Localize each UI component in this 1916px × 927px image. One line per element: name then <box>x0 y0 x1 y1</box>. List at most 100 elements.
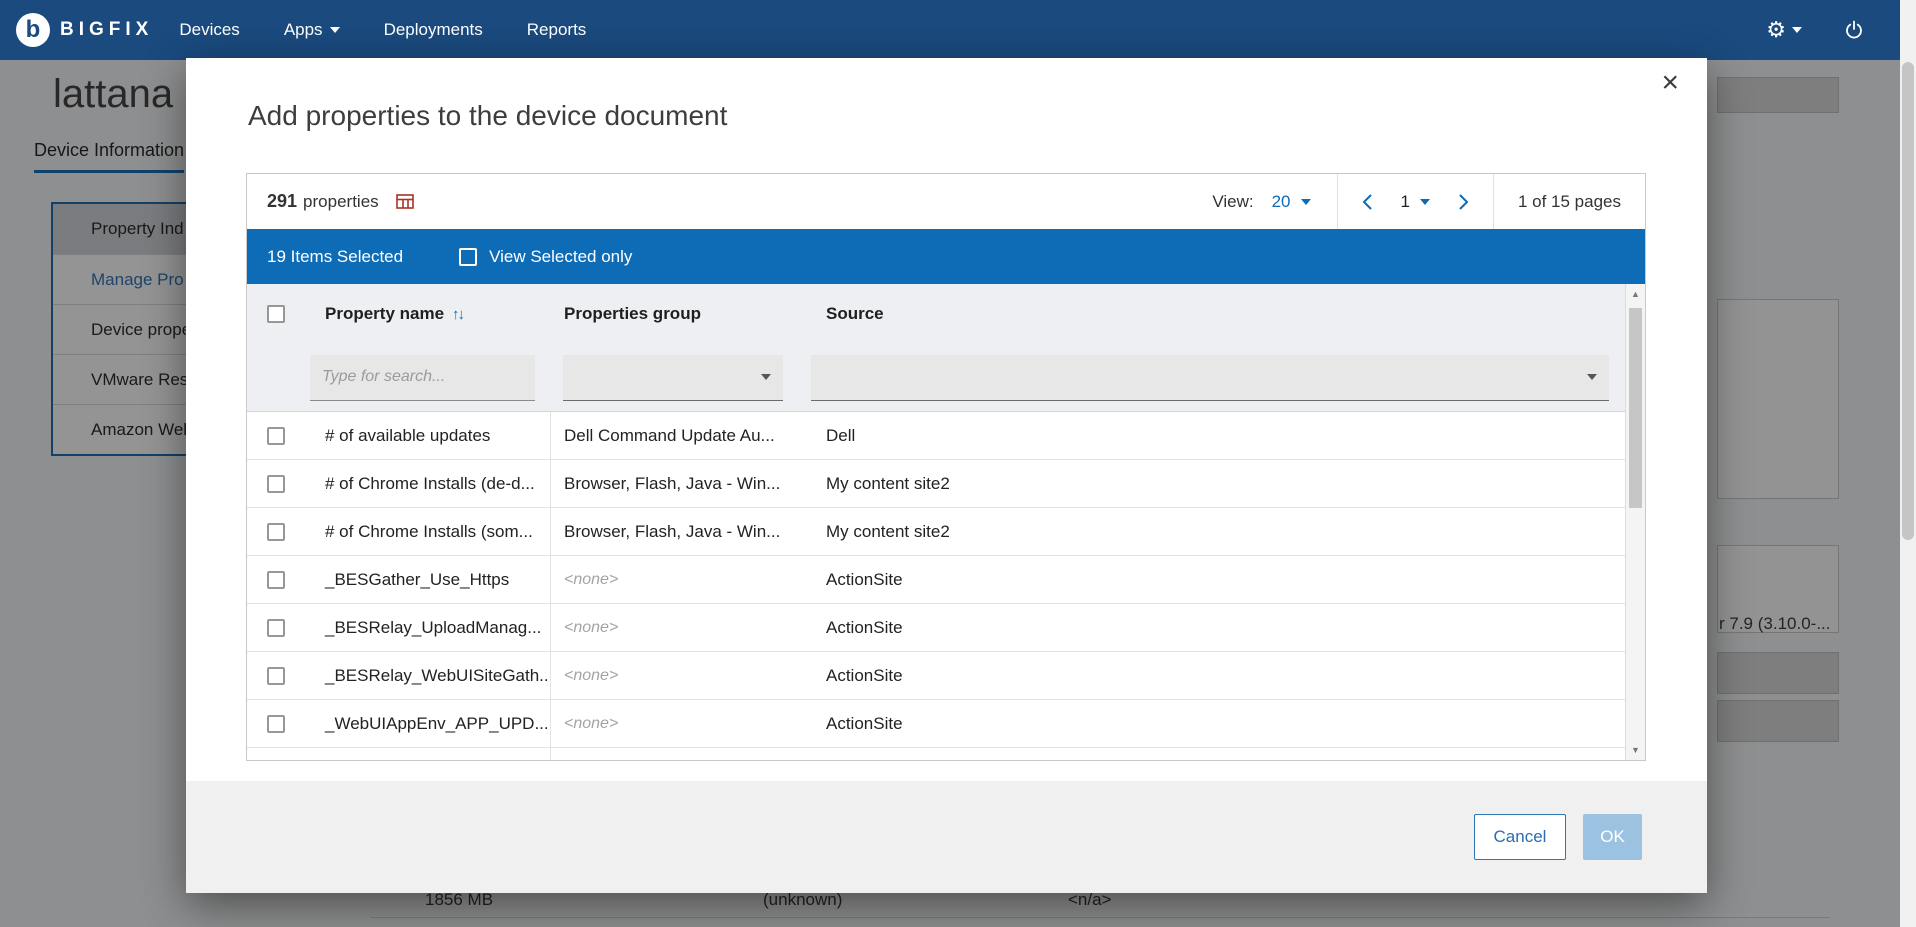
properties-group-cell: Dell Command Update Au... <box>551 426 811 446</box>
page-size-value[interactable]: 20 <box>1272 192 1291 212</box>
row-checkbox[interactable] <box>267 667 285 685</box>
view-selected-only-label: View Selected only <box>489 247 632 267</box>
page-size-control: View: 20 <box>1212 174 1336 229</box>
nav-item-reports[interactable]: Reports <box>527 20 587 40</box>
row-checkbox[interactable] <box>267 571 285 589</box>
navbar-right: ⚙ <box>1766 19 1864 41</box>
chevron-right-icon <box>1458 193 1469 211</box>
selection-bar: 19 Items Selected View Selected only <box>247 229 1645 284</box>
chevron-down-icon <box>1792 27 1802 33</box>
properties-table-panel: 291 properties View: 20 <box>246 173 1646 761</box>
row-checkbox[interactable] <box>267 427 285 445</box>
row-checkbox[interactable] <box>267 523 285 541</box>
property-name-cell: _WebUIAppEnv_APP_UPD... <box>307 700 551 747</box>
page-scrollbar-thumb[interactable] <box>1902 62 1914 540</box>
pages-info: 1 of 15 pages <box>1493 174 1645 229</box>
property-name-cell: _BESRelay_UploadManag... <box>307 604 551 651</box>
properties-group-cell: <none> <box>551 667 811 685</box>
column-header-source[interactable]: Source <box>826 304 884 323</box>
settings-menu-button[interactable]: ⚙ <box>1766 19 1802 41</box>
table-row[interactable]: # of available updates Dell Command Upda… <box>247 412 1625 460</box>
brand-name: BIGFIX <box>60 19 153 41</box>
top-navbar: b BIGFIX Devices Apps Deployments Report… <box>0 0 1916 60</box>
current-page-value[interactable]: 1 <box>1401 192 1410 212</box>
scroll-down-icon[interactable]: ▼ <box>1626 745 1645 755</box>
add-properties-modal: × Add properties to the device document … <box>186 58 1707 893</box>
source-cell: My content site2 <box>811 522 1625 542</box>
modal-footer: Cancel OK <box>186 781 1707 893</box>
property-name-cell: _BESRelay_WebUISiteGath... <box>307 652 551 699</box>
page-size-dropdown-icon[interactable] <box>1301 199 1311 205</box>
property-name-cell: # of Chrome Installs (de-d... <box>307 460 551 507</box>
nav-item-deployments[interactable]: Deployments <box>384 20 483 40</box>
properties-group-cell: <none> <box>551 571 811 589</box>
table-body-region: Property name ↑↓ Properties group Source <box>247 284 1645 760</box>
table-row[interactable]: # of Chrome Installs (som... Browser, Fl… <box>247 508 1625 556</box>
ok-button[interactable]: OK <box>1583 814 1642 860</box>
pager-controls: 1 <box>1337 174 1493 229</box>
page-scrollbar[interactable] <box>1900 0 1916 927</box>
row-checkbox[interactable] <box>267 715 285 733</box>
column-header-properties-group[interactable]: Properties group <box>564 304 701 323</box>
table-scrollbar-thumb[interactable] <box>1629 308 1642 508</box>
row-checkbox[interactable] <box>267 619 285 637</box>
dropdown-caret-icon <box>761 374 771 380</box>
chevron-left-icon <box>1362 193 1373 211</box>
table-header-row: Property name ↑↓ Properties group Source <box>247 284 1625 344</box>
chevron-down-icon <box>330 27 340 33</box>
source-cell: My content site2 <box>811 474 1625 494</box>
property-name-cell <box>307 748 551 760</box>
table-filter-row <box>247 344 1625 411</box>
property-name-search-input[interactable] <box>310 355 535 401</box>
table-scrollbar[interactable]: ▲ ▼ <box>1625 284 1645 760</box>
toolbar-right: View: 20 1 1 of 15 pages <box>1212 174 1645 229</box>
dropdown-caret-icon <box>1587 374 1597 380</box>
properties-group-cell: Browser, Flash, Java - Win... <box>551 522 811 542</box>
cancel-button[interactable]: Cancel <box>1474 814 1566 860</box>
selected-count-text: 19 Items Selected <box>267 247 403 267</box>
close-icon[interactable]: × <box>1661 68 1679 98</box>
scroll-up-icon[interactable]: ▲ <box>1626 289 1645 299</box>
nav-item-devices[interactable]: Devices <box>179 20 239 40</box>
table-row[interactable]: _BESRelay_UploadManag... <none> ActionSi… <box>247 604 1625 652</box>
toolbar-left: 291 properties <box>247 191 415 212</box>
modal-title: Add properties to the device document <box>248 100 727 132</box>
table-row[interactable]: _WebUIAppEnv_APP_UPD... <none> ActionSit… <box>247 700 1625 748</box>
source-filter-dropdown[interactable] <box>811 355 1609 401</box>
table-row-partial[interactable] <box>247 748 1625 760</box>
source-cell: Dell <box>811 426 1625 446</box>
properties-group-cell: <none> <box>551 715 811 733</box>
table-remove-icon <box>395 192 415 212</box>
manage-columns-button[interactable] <box>395 192 415 212</box>
properties-count-label: properties <box>303 192 379 212</box>
gear-icon: ⚙ <box>1766 19 1786 41</box>
property-name-cell: _BESGather_Use_Https <box>307 556 551 603</box>
properties-group-filter-dropdown[interactable] <box>563 355 783 401</box>
previous-page-button[interactable] <box>1358 193 1377 211</box>
source-cell: ActionSite <box>811 666 1625 686</box>
page-dropdown-icon[interactable] <box>1420 199 1430 205</box>
table-row[interactable]: # of Chrome Installs (de-d... Browser, F… <box>247 460 1625 508</box>
next-page-button[interactable] <box>1454 193 1473 211</box>
sort-icon[interactable]: ↑↓ <box>452 306 463 323</box>
view-selected-only-checkbox[interactable] <box>459 248 477 266</box>
table-toolbar: 291 properties View: 20 <box>247 174 1645 229</box>
view-label: View: <box>1212 192 1253 212</box>
properties-group-cell: <none> <box>551 619 811 637</box>
table-rows: # of available updates Dell Command Upda… <box>247 411 1625 760</box>
logout-button[interactable] <box>1844 20 1864 40</box>
property-name-cell: # of available updates <box>307 412 551 459</box>
main-nav: Devices Apps Deployments Reports <box>179 20 586 40</box>
select-all-checkbox[interactable] <box>267 305 285 323</box>
source-cell: ActionSite <box>811 714 1625 734</box>
properties-count: 291 <box>267 191 297 212</box>
bigfix-logo-icon: b <box>16 13 50 47</box>
table-row[interactable]: _BESRelay_WebUISiteGath... <none> Action… <box>247 652 1625 700</box>
nav-item-apps[interactable]: Apps <box>284 20 340 40</box>
source-cell: ActionSite <box>811 570 1625 590</box>
properties-group-cell: Browser, Flash, Java - Win... <box>551 474 811 494</box>
column-header-property-name[interactable]: Property name <box>325 304 444 324</box>
source-cell: ActionSite <box>811 618 1625 638</box>
row-checkbox[interactable] <box>267 475 285 493</box>
table-row[interactable]: _BESGather_Use_Https <none> ActionSite <box>247 556 1625 604</box>
